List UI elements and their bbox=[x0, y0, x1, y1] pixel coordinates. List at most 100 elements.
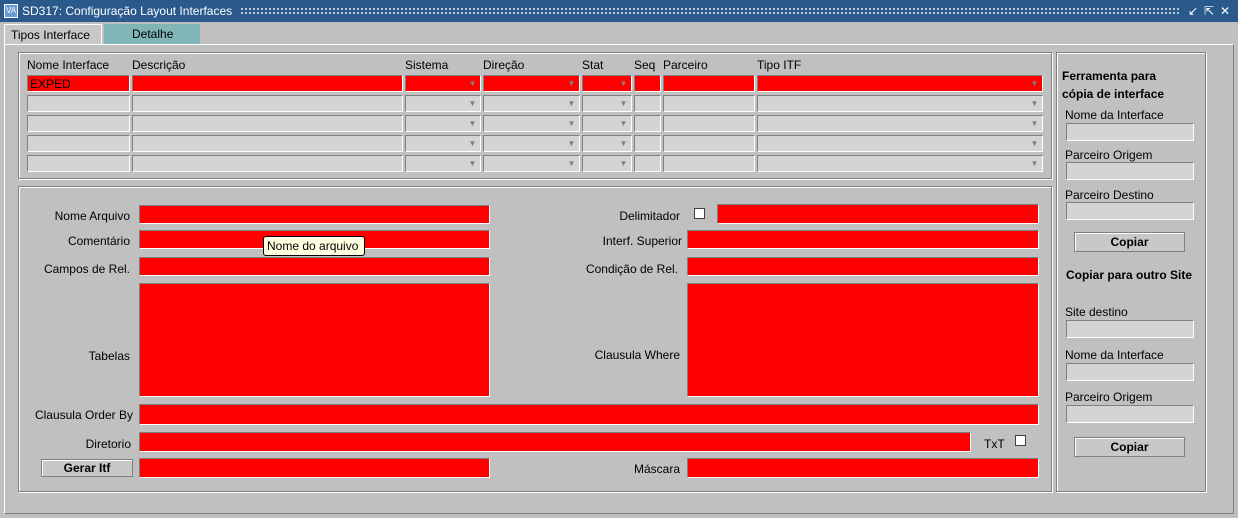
chevron-down-icon[interactable]: ▼ bbox=[1028, 97, 1041, 110]
grid-cell-nome[interactable] bbox=[27, 115, 130, 132]
grid-cell-nome[interactable] bbox=[27, 155, 130, 172]
grid-cell-descricao[interactable] bbox=[132, 115, 403, 132]
order-by-field[interactable] bbox=[139, 404, 1039, 425]
grid-cell-parceiro[interactable] bbox=[663, 115, 755, 132]
label-condicao-rel: Condição de Rel. bbox=[585, 262, 678, 276]
condicao-rel-field[interactable] bbox=[687, 257, 1039, 276]
chevron-down-icon[interactable]: ▼ bbox=[1028, 77, 1041, 90]
site-destino-field[interactable] bbox=[1066, 320, 1194, 338]
grid-cell-descricao[interactable] bbox=[132, 135, 403, 152]
grid-cell-descricao[interactable] bbox=[132, 75, 403, 92]
grid-cell-sistema[interactable]: ▼ bbox=[405, 75, 481, 92]
chevron-down-icon[interactable]: ▼ bbox=[617, 137, 630, 150]
parceiro-destino-field[interactable] bbox=[1066, 202, 1194, 220]
nome-arquivo-field[interactable] bbox=[139, 205, 490, 224]
gerar-itf-field[interactable] bbox=[139, 458, 490, 478]
chevron-down-icon[interactable]: ▼ bbox=[1028, 117, 1041, 130]
chevron-down-icon[interactable]: ▼ bbox=[466, 77, 479, 90]
grid-cell-direcao[interactable]: ▼ bbox=[483, 155, 580, 172]
grid-cell-parceiro[interactable] bbox=[663, 95, 755, 112]
grid-cell-direcao[interactable]: ▼ bbox=[483, 135, 580, 152]
chevron-down-icon[interactable]: ▼ bbox=[466, 97, 479, 110]
grid-cell-stat[interactable]: ▼ bbox=[582, 75, 632, 92]
grid-cell-sistema[interactable]: ▼ bbox=[405, 115, 481, 132]
grid-cell-tipo[interactable]: ▼ bbox=[757, 115, 1043, 132]
grid-cell-direcao[interactable]: ▼ bbox=[483, 75, 580, 92]
chevron-down-icon[interactable]: ▼ bbox=[1028, 137, 1041, 150]
grid-cell-seq[interactable] bbox=[634, 135, 661, 152]
minimize-icon[interactable]: ↙ bbox=[1186, 4, 1200, 18]
chevron-down-icon[interactable]: ▼ bbox=[617, 77, 630, 90]
app-icon: VA bbox=[4, 4, 18, 18]
grid-cell-direcao[interactable]: ▼ bbox=[483, 95, 580, 112]
grid-cell-descricao[interactable] bbox=[132, 155, 403, 172]
grid-cell-sistema[interactable]: ▼ bbox=[405, 155, 481, 172]
parceiro-origem-site-field[interactable] bbox=[1066, 405, 1194, 423]
diretorio-field[interactable] bbox=[139, 432, 971, 452]
chevron-down-icon[interactable]: ▼ bbox=[466, 117, 479, 130]
grid-cell-parceiro[interactable] bbox=[663, 155, 755, 172]
chevron-down-icon[interactable]: ▼ bbox=[565, 157, 578, 170]
delimitador-field[interactable] bbox=[717, 204, 1039, 224]
copiar-site-button[interactable]: Copiar bbox=[1074, 437, 1185, 457]
delimitador-checkbox[interactable] bbox=[694, 208, 705, 219]
chevron-down-icon[interactable]: ▼ bbox=[565, 77, 578, 90]
copy-site-title: Copiar para outro Site bbox=[1065, 268, 1193, 282]
label-mascara: Máscara bbox=[633, 462, 680, 476]
label-nome-interface: Nome da Interface bbox=[1065, 108, 1164, 122]
chevron-down-icon[interactable]: ▼ bbox=[617, 157, 630, 170]
label-clausula-where: Clausula Where bbox=[594, 348, 680, 362]
grid-cell-tipo[interactable]: ▼ bbox=[757, 135, 1043, 152]
tab-tipos-interface[interactable]: Tipos Interface bbox=[4, 24, 102, 44]
label-interf-superior: Interf. Superior bbox=[602, 234, 682, 248]
grid-cell-nome[interactable] bbox=[27, 135, 130, 152]
chevron-down-icon[interactable]: ▼ bbox=[565, 117, 578, 130]
chevron-down-icon[interactable]: ▼ bbox=[565, 97, 578, 110]
grid-cell-nome[interactable]: EXPED bbox=[27, 75, 130, 92]
window-title: SD317: Configuração Layout Interfaces bbox=[22, 4, 233, 18]
title-bar-grip bbox=[240, 7, 1180, 15]
grid-cell-seq[interactable] bbox=[634, 115, 661, 132]
grid-cell-stat[interactable]: ▼ bbox=[582, 135, 632, 152]
close-icon[interactable]: ✕ bbox=[1218, 4, 1232, 18]
grid-cell-stat[interactable]: ▼ bbox=[582, 95, 632, 112]
clausula-where-field[interactable] bbox=[687, 283, 1039, 397]
campos-rel-field[interactable] bbox=[139, 257, 490, 276]
chevron-down-icon[interactable]: ▼ bbox=[466, 157, 479, 170]
restore-icon[interactable]: ⇱ bbox=[1202, 4, 1216, 18]
interf-superior-field[interactable] bbox=[687, 230, 1039, 249]
grid-cell-sistema[interactable]: ▼ bbox=[405, 135, 481, 152]
txt-checkbox[interactable] bbox=[1015, 435, 1026, 446]
chevron-down-icon[interactable]: ▼ bbox=[565, 137, 578, 150]
copiar-button[interactable]: Copiar bbox=[1074, 232, 1185, 252]
grid-cell-tipo[interactable]: ▼ bbox=[757, 75, 1043, 92]
chevron-down-icon[interactable]: ▼ bbox=[1028, 157, 1041, 170]
chevron-down-icon[interactable]: ▼ bbox=[617, 117, 630, 130]
grid-cell-tipo[interactable]: ▼ bbox=[757, 155, 1043, 172]
tab-detalhe[interactable]: Detalhe bbox=[104, 24, 200, 44]
mascara-field[interactable] bbox=[687, 458, 1039, 478]
nome-interface-field[interactable] bbox=[1066, 123, 1194, 141]
grid-cell-parceiro[interactable] bbox=[663, 75, 755, 92]
grid-cell-stat[interactable]: ▼ bbox=[582, 115, 632, 132]
parceiro-origem-field[interactable] bbox=[1066, 162, 1194, 180]
grid-cell-seq[interactable] bbox=[634, 95, 661, 112]
chevron-down-icon[interactable]: ▼ bbox=[466, 137, 479, 150]
grid-cell-seq[interactable] bbox=[634, 75, 661, 92]
label-txt: TxT bbox=[984, 437, 1005, 451]
grid-cell-seq[interactable] bbox=[634, 155, 661, 172]
grid-cell-nome[interactable] bbox=[27, 95, 130, 112]
gerar-itf-button[interactable]: Gerar Itf bbox=[41, 459, 133, 477]
tooltip: Nome do arquivo bbox=[263, 236, 365, 256]
label-comentario: Comentário bbox=[67, 234, 130, 248]
grid-cell-stat[interactable]: ▼ bbox=[582, 155, 632, 172]
tabelas-field[interactable] bbox=[139, 283, 490, 397]
nome-interface-site-field[interactable] bbox=[1066, 363, 1194, 381]
chevron-down-icon[interactable]: ▼ bbox=[617, 97, 630, 110]
grid-cell-tipo[interactable]: ▼ bbox=[757, 95, 1043, 112]
header-descricao: Descrição bbox=[132, 58, 186, 72]
grid-cell-descricao[interactable] bbox=[132, 95, 403, 112]
grid-cell-direcao[interactable]: ▼ bbox=[483, 115, 580, 132]
grid-cell-sistema[interactable]: ▼ bbox=[405, 95, 481, 112]
grid-cell-parceiro[interactable] bbox=[663, 135, 755, 152]
